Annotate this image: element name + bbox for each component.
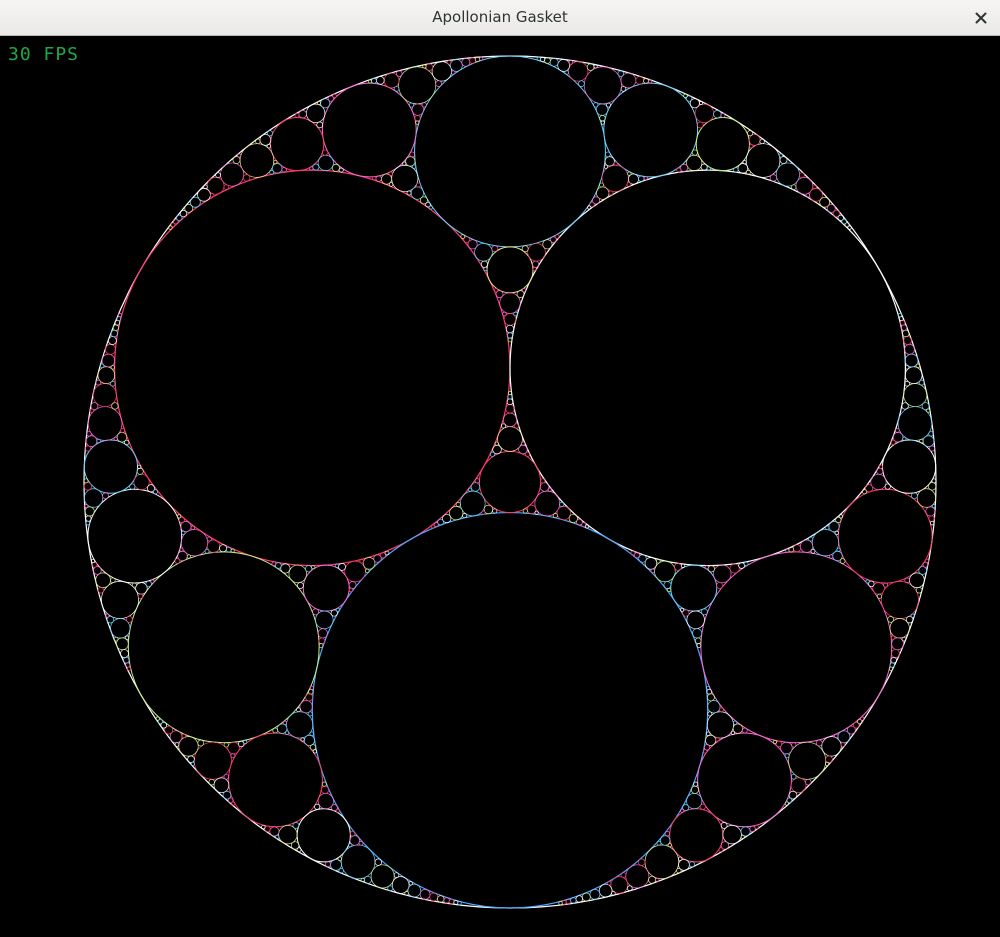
close-button[interactable] (968, 5, 994, 31)
apollonian-gasket (0, 36, 1000, 937)
close-icon (975, 9, 987, 28)
title-bar[interactable]: Apollonian Gasket (0, 0, 1000, 36)
canvas-background (0, 36, 1000, 937)
fps-counter: 30 FPS (8, 44, 80, 65)
window-title: Apollonian Gasket (432, 8, 568, 26)
app-window: Apollonian Gasket 30 FPS (0, 0, 1000, 937)
render-canvas[interactable]: 30 FPS (0, 36, 1000, 937)
